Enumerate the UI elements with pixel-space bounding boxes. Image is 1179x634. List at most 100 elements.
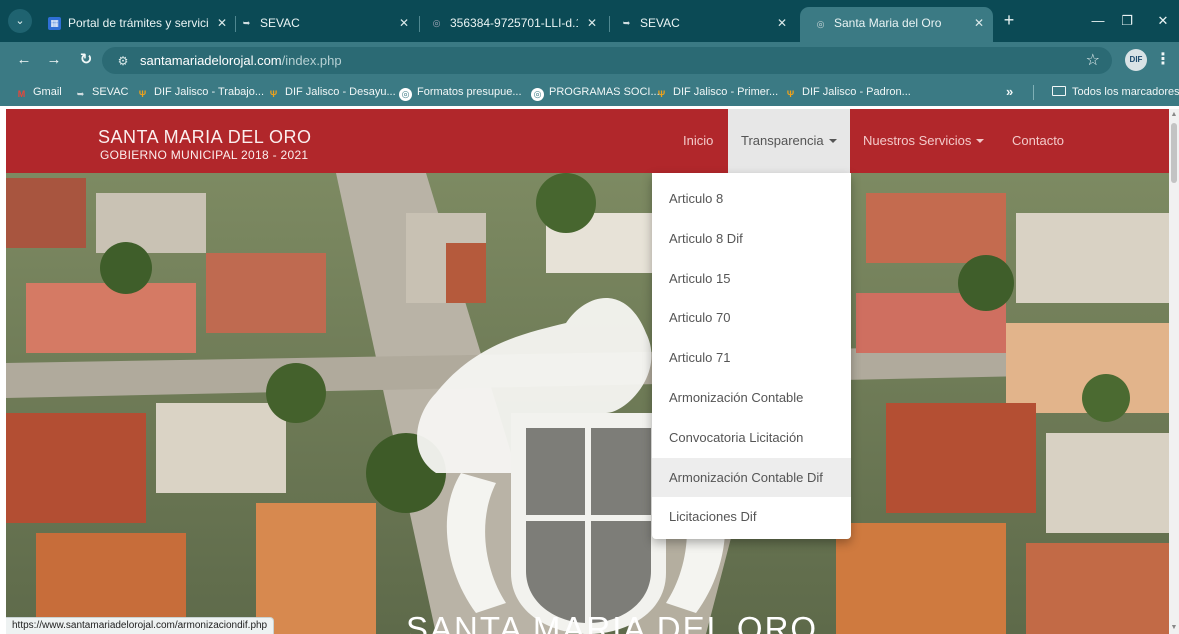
globe-icon: ◎ bbox=[399, 88, 412, 101]
globe-icon: ◎ bbox=[432, 18, 441, 28]
bookmark-label: PROGRAMAS SOCI... bbox=[549, 86, 660, 98]
new-tab-button[interactable]: + bbox=[997, 9, 1021, 33]
globe-icon: ◎ bbox=[816, 19, 825, 29]
dif-extension-icon[interactable]: DIF bbox=[1125, 49, 1147, 71]
browser-menu-icon[interactable]: ⋮ bbox=[1155, 48, 1171, 72]
menu-item-articulo-70[interactable]: Articulo 70 bbox=[652, 298, 851, 338]
menu-item-articulo-15[interactable]: Articulo 15 bbox=[652, 259, 851, 299]
scroll-down-arrow-icon[interactable]: ▼ bbox=[1170, 624, 1178, 632]
bookmark-dif-primer[interactable]: Ψ DIF Jalisco - Primer... bbox=[655, 78, 778, 106]
hero-image bbox=[6, 173, 1169, 634]
browser-tab-document[interactable]: ◎ 356384-9725701-LLI-d.1.11_ ✕ bbox=[430, 9, 600, 38]
bookmark-sevac[interactable]: ➥ SEVAC bbox=[74, 78, 129, 106]
forward-button[interactable]: → bbox=[42, 48, 66, 72]
dif-icon: Ψ bbox=[269, 89, 278, 99]
close-icon[interactable]: ✕ bbox=[396, 9, 412, 38]
browser-tab-strip: ⌄ ▦ Portal de trámites y servicios ✕ ➥ S… bbox=[0, 0, 1179, 42]
tab-divider bbox=[419, 16, 420, 32]
nav-contacto[interactable]: Contacto bbox=[1012, 109, 1064, 173]
grid-icon: ▦ bbox=[48, 17, 61, 30]
bookmark-dif-trabajo[interactable]: Ψ DIF Jalisco - Trabajo... bbox=[136, 78, 264, 106]
url-path: /index.php bbox=[281, 53, 342, 68]
address-bar[interactable]: ⚙ santamariadelorojal.com/index.php ☆ bbox=[102, 47, 1112, 74]
globe-icon: ◎ bbox=[531, 88, 544, 101]
hero-caption: SANTA MARIA DEL ORO bbox=[406, 610, 819, 634]
bookmark-programas[interactable]: ◎ PROGRAMAS SOCI... bbox=[531, 78, 660, 106]
page-viewport: SANTA MARIA DEL ORO SANTA MARIA DEL ORO … bbox=[6, 109, 1169, 634]
bookmarks-divider bbox=[1033, 85, 1034, 100]
bookmark-label: DIF Jalisco - Primer... bbox=[673, 86, 779, 98]
nav-transparencia[interactable]: Transparencia bbox=[728, 109, 850, 173]
url-host: santamariadelorojal.com bbox=[140, 53, 282, 68]
tab-title: SEVAC bbox=[640, 16, 680, 30]
bookmark-label: DIF Jalisco - Desayu... bbox=[285, 86, 396, 98]
bookmark-label: DIF Jalisco - Trabajo... bbox=[154, 86, 265, 98]
all-bookmarks-button[interactable]: Todos los marcadores bbox=[1052, 78, 1179, 106]
hero-aerial-photo: SANTA MARIA DEL ORO bbox=[6, 173, 1169, 634]
bookmark-label: Formatos presupue... bbox=[417, 86, 522, 98]
dif-icon: Ψ bbox=[138, 89, 147, 99]
scrollbar-thumb[interactable] bbox=[1171, 123, 1177, 183]
caret-down-icon bbox=[828, 139, 837, 143]
bookmark-dif-padron[interactable]: Ψ DIF Jalisco - Padron... bbox=[784, 78, 911, 106]
scroll-up-arrow-icon[interactable]: ▲ bbox=[1170, 111, 1178, 119]
nav-transparencia-label: Transparencia bbox=[741, 133, 824, 148]
close-icon[interactable]: ✕ bbox=[774, 9, 790, 38]
sevac-icon: ➥ bbox=[76, 89, 85, 99]
gmail-icon: M bbox=[17, 89, 26, 99]
menu-item-licitaciones-dif[interactable]: Licitaciones Dif bbox=[652, 497, 851, 537]
page-scrollbar[interactable]: ▲ ▼ bbox=[1169, 109, 1179, 634]
menu-item-articulo-71[interactable]: Articulo 71 bbox=[652, 338, 851, 378]
menu-item-convocatoria-licitacion[interactable]: Convocatoria Licitación bbox=[652, 418, 851, 458]
tab-search-chevron-icon[interactable]: ⌄ bbox=[8, 9, 32, 33]
nav-servicios-label: Nuestros Servicios bbox=[863, 133, 972, 148]
bookmark-label: SEVAC bbox=[92, 86, 129, 98]
close-icon[interactable]: ✕ bbox=[214, 9, 230, 38]
site-navbar: SANTA MARIA DEL ORO GOBIERNO MUNICIPAL 2… bbox=[6, 109, 1169, 173]
url-text: santamariadelorojal.com/index.php bbox=[140, 47, 342, 74]
close-icon[interactable]: ✕ bbox=[584, 9, 600, 38]
tab-title: Portal de trámites y servicios bbox=[68, 16, 208, 30]
site-settings-icon[interactable]: ⚙ bbox=[114, 52, 132, 70]
dif-icon: Ψ bbox=[786, 89, 795, 99]
sevac-icon: ➥ bbox=[242, 18, 251, 28]
bookmark-dif-desayunos[interactable]: Ψ DIF Jalisco - Desayu... bbox=[267, 78, 396, 106]
site-brand-title[interactable]: SANTA MARIA DEL ORO bbox=[98, 127, 312, 148]
minimize-button[interactable]: — bbox=[1083, 8, 1113, 34]
bookmarks-bar: M Gmail ➥ SEVAC Ψ DIF Jalisco - Trabajo... … bbox=[0, 78, 1179, 106]
menu-item-armonizacion-contable[interactable]: Armonización Contable bbox=[652, 378, 851, 418]
site-brand-subtitle: GOBIERNO MUNICIPAL 2018 - 2021 bbox=[100, 148, 309, 162]
tab-title: Santa Maria del Oro bbox=[834, 16, 942, 30]
tab-divider bbox=[235, 16, 236, 32]
bookmark-label: Gmail bbox=[33, 86, 62, 98]
bookmark-label: DIF Jalisco - Padron... bbox=[802, 86, 911, 98]
close-icon[interactable]: ✕ bbox=[971, 7, 987, 40]
caret-down-icon bbox=[976, 139, 985, 143]
bookmarks-overflow-button[interactable]: » bbox=[1006, 78, 1013, 106]
menu-item-articulo-8[interactable]: Articulo 8 bbox=[652, 179, 851, 219]
dif-icon: Ψ bbox=[657, 89, 666, 99]
link-status-bar: https://www.santamariadelorojal.com/armo… bbox=[6, 617, 275, 634]
nav-inicio[interactable]: Inicio bbox=[683, 109, 713, 173]
browser-tab-portal[interactable]: ▦ Portal de trámites y servicios ✕ bbox=[48, 9, 230, 38]
menu-item-articulo-8-dif[interactable]: Articulo 8 Dif bbox=[652, 219, 851, 259]
reload-button[interactable]: ↻ bbox=[74, 48, 98, 72]
tab-title: 356384-9725701-LLI-d.1.11_ bbox=[450, 16, 578, 30]
browser-tab-sevac-2[interactable]: ➥ SEVAC ✕ bbox=[620, 9, 790, 38]
menu-item-armonizacion-contable-dif[interactable]: Armonización Contable Dif bbox=[652, 457, 851, 498]
nav-nuestros-servicios[interactable]: Nuestros Servicios bbox=[863, 109, 985, 173]
transparencia-dropdown-menu: Articulo 8 Articulo 8 Dif Articulo 15 Ar… bbox=[652, 173, 851, 539]
tab-title: SEVAC bbox=[260, 16, 300, 30]
back-button[interactable]: ← bbox=[12, 48, 36, 72]
all-bookmarks-label: Todos los marcadores bbox=[1072, 86, 1179, 98]
tab-divider bbox=[609, 16, 610, 32]
bookmark-formatos[interactable]: ◎ Formatos presupue... bbox=[399, 78, 522, 106]
window-close-button[interactable]: ✕ bbox=[1148, 8, 1178, 34]
bookmark-gmail[interactable]: M Gmail bbox=[15, 78, 62, 106]
restore-button[interactable]: ❐ bbox=[1112, 8, 1142, 34]
bookmark-star-icon[interactable]: ☆ bbox=[1086, 49, 1100, 72]
browser-tab-sevac[interactable]: ➥ SEVAC ✕ bbox=[240, 9, 412, 38]
browser-toolbar: ← → ↻ ⚙ santamariadelorojal.com/index.ph… bbox=[0, 42, 1179, 78]
sevac-icon: ➥ bbox=[622, 18, 631, 28]
browser-tab-santa-maria[interactable]: ◎ Santa Maria del Oro ✕ bbox=[800, 7, 993, 42]
